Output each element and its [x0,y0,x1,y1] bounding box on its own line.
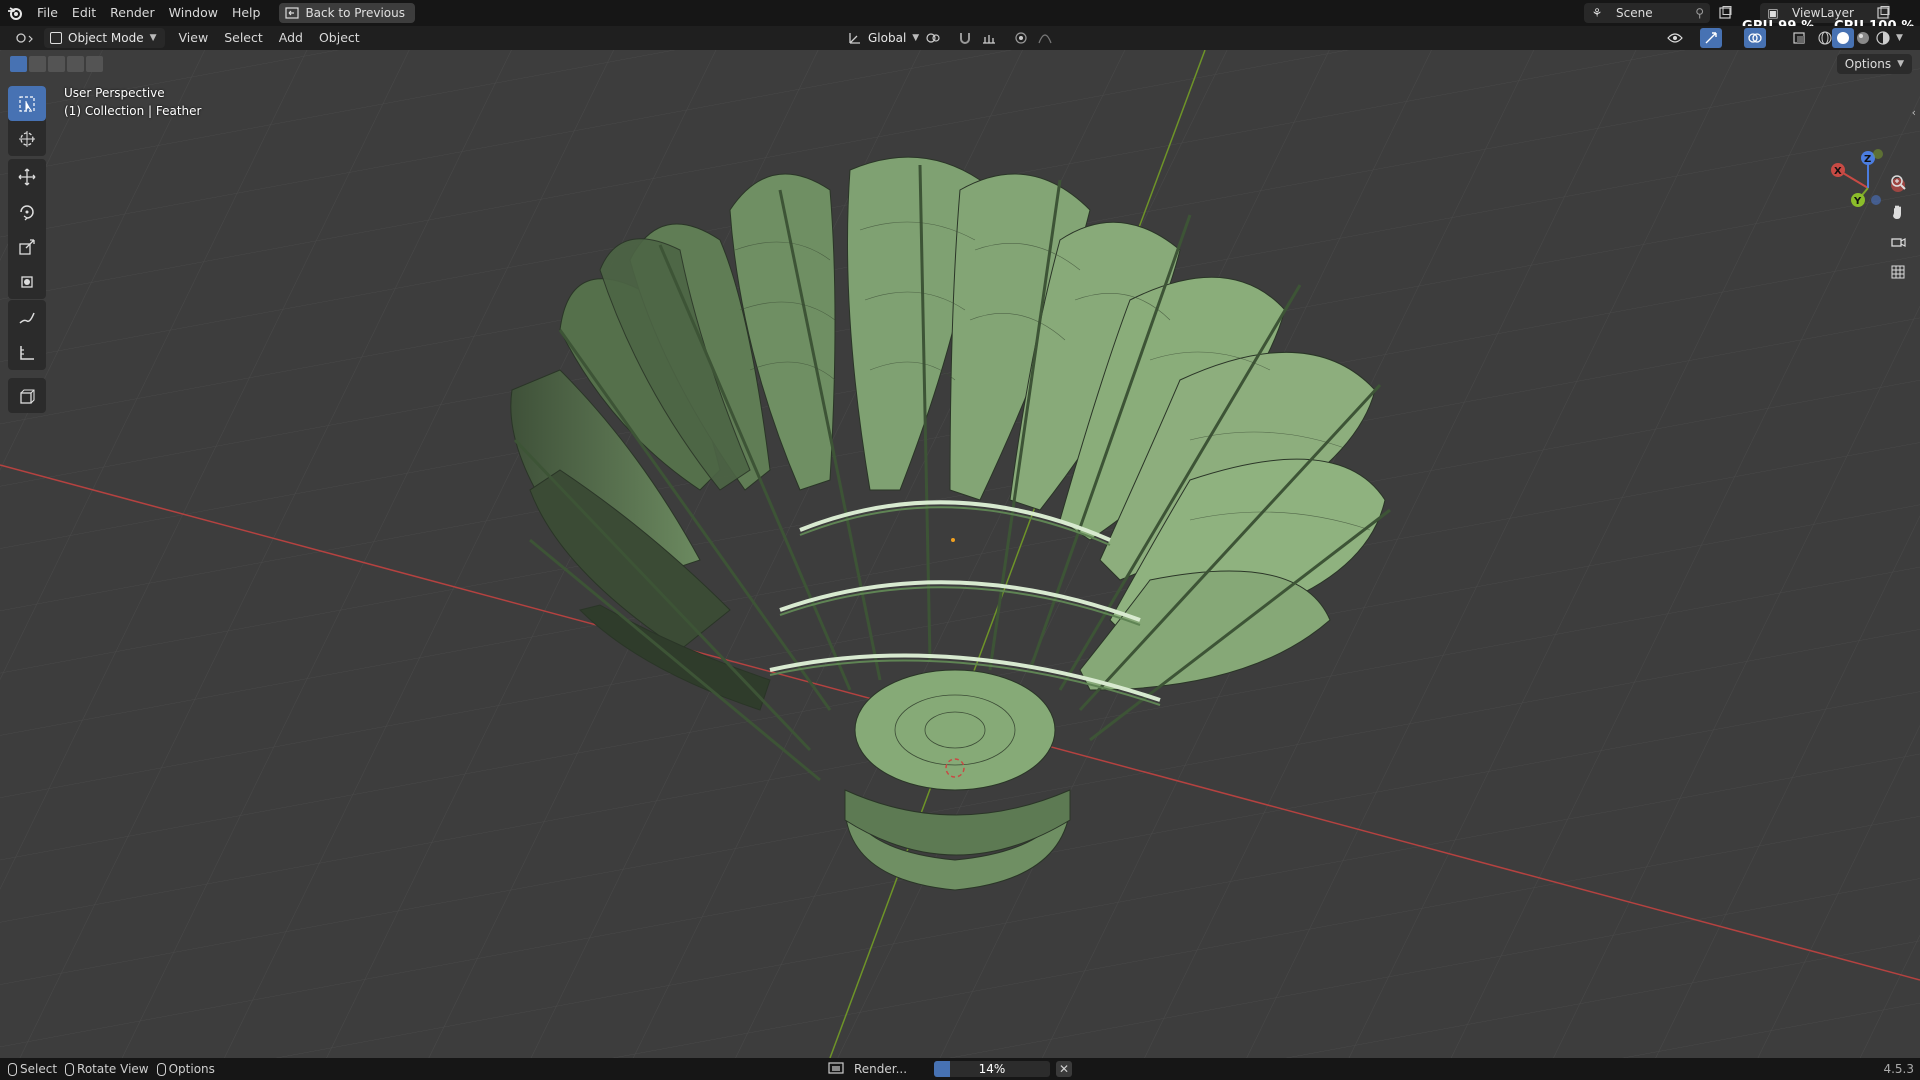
chevron-down-icon: ▼ [149,33,157,43]
mode-dropdown[interactable]: Object Mode ▼ [44,28,165,48]
view-layer-name: ViewLayer [1792,6,1854,20]
back-to-previous-button[interactable]: Back to Previous [279,3,415,23]
scene-canvas: X Z Y [0,50,1920,1058]
orientation-icon [849,33,860,44]
pivot-point-icon[interactable] [922,28,944,48]
top-menu-bar: File Edit Render Window Help Back to Pre… [0,0,1920,34]
gizmo-toggle-icon[interactable] [1700,28,1722,48]
perspective-label: User Perspective [64,86,165,100]
xray-toggle-icon[interactable] [1788,28,1810,48]
view-layer-icon: ▣ [1767,6,1779,20]
mouse-left-icon [8,1062,17,1076]
annotate-tools [8,300,46,370]
menu-edit[interactable]: Edit [65,0,103,26]
selection-mode-group [10,56,103,72]
version-label: 4.5.3 [1883,1062,1914,1076]
move-icon[interactable] [8,159,46,194]
chevron-down-icon: ▼ [912,33,920,43]
transform-icon[interactable] [8,264,46,299]
shading-options-chevron-icon[interactable]: ▼ [1896,33,1903,43]
hint-select: Select [8,1062,57,1076]
pan-hand-icon[interactable] [1886,200,1910,224]
select-intersect-icon[interactable] [86,56,103,72]
add-cube-icon[interactable] [8,378,46,413]
cursor-icon[interactable] [8,121,46,156]
hint-select-label: Select [20,1062,58,1076]
render-job-label: Render... [854,1062,908,1076]
render-progress-text: 14% [978,1062,1006,1076]
back-to-previous-label: Back to Previous [305,6,405,20]
material-shading-icon[interactable] [1852,28,1874,48]
transform-tools [8,159,46,299]
collection-label: (1) Collection | Feather [64,104,202,118]
select-invert-icon[interactable] [67,56,84,72]
select-extend-icon[interactable] [29,56,46,72]
blender-logo-icon[interactable] [0,0,30,26]
zoom-icon[interactable] [1886,170,1910,194]
header-menu-add[interactable]: Add [271,26,311,50]
back-window-icon [285,7,300,19]
solid-shading-icon[interactable] [1832,28,1854,48]
header-menu-view[interactable]: View [171,26,217,50]
3d-viewport[interactable]: X Z Y User Perspective (1) Collection | … [0,50,1920,1058]
annotate-icon[interactable] [8,300,46,335]
hint-options: Options [156,1062,215,1076]
falloff-icon[interactable] [1034,28,1056,48]
render-job-icon [828,1061,844,1078]
object-mode-icon [50,32,62,44]
scale-icon[interactable] [8,229,46,264]
menu-file[interactable]: File [30,0,65,26]
hint-rotate-label: Rotate View [77,1062,149,1076]
rendered-shading-icon[interactable] [1872,28,1894,48]
visibility-icon[interactable] [1664,28,1686,48]
scene-name: Scene [1616,6,1653,20]
rotate-icon[interactable] [8,194,46,229]
status-bar: Select Rotate View Options Render... 14%… [0,1058,1920,1080]
snap-target-icon[interactable] [978,28,1000,48]
object-origin [951,538,955,542]
new-scene-icon[interactable] [1714,3,1736,23]
mouse-middle-icon [65,1062,75,1076]
scene-icon: ⚘ [1591,6,1603,20]
select-box-icon[interactable] [8,86,46,121]
overlays-toggle-icon[interactable] [1744,28,1766,48]
gizmo-z-label: Z [1864,154,1871,165]
transform-orientation-dropdown[interactable]: Global ▼ [842,28,927,48]
hint-options-label: Options [168,1062,215,1076]
menu-help[interactable]: Help [225,0,268,26]
editor-type-icon[interactable] [10,28,40,48]
scene-selector[interactable]: ⚘ Scene ⚲ [1584,3,1710,23]
mode-label: Object Mode [68,31,144,45]
sidebar-toggle-icon[interactable]: ‹ [1912,106,1916,119]
menu-window[interactable]: Window [162,0,225,26]
snap-icon[interactable] [954,28,976,48]
viewport-options-label: Options [1844,57,1892,71]
select-new-icon[interactable] [10,56,27,72]
viewport-header: Object Mode ▼ View Select Add Object Glo… [0,26,1920,50]
mouse-right-icon [156,1062,166,1076]
tool-shelf [8,86,46,156]
proportional-edit-icon[interactable] [1010,28,1032,48]
measure-icon[interactable] [8,335,46,370]
gizmo-y-label: Y [1853,196,1862,207]
cancel-render-button[interactable]: ✕ [1056,1061,1072,1077]
select-subtract-icon[interactable] [48,56,65,72]
render-progress-bar: 14% [934,1061,1050,1077]
pin-icon[interactable]: ⚲ [1695,6,1704,20]
viewport-options-button[interactable]: Options ▼ [1836,54,1912,74]
hint-rotate: Rotate View [65,1062,149,1076]
camera-view-icon[interactable] [1886,230,1910,254]
menu-render[interactable]: Render [103,0,162,26]
header-menu-object[interactable]: Object [311,26,368,50]
chevron-down-icon: ▼ [1897,59,1904,69]
perspective-toggle-icon[interactable] [1886,260,1910,284]
orientation-label: Global [868,31,907,45]
header-menu-select[interactable]: Select [216,26,271,50]
add-tools [8,378,46,413]
gizmo-x-label: X [1834,166,1842,177]
